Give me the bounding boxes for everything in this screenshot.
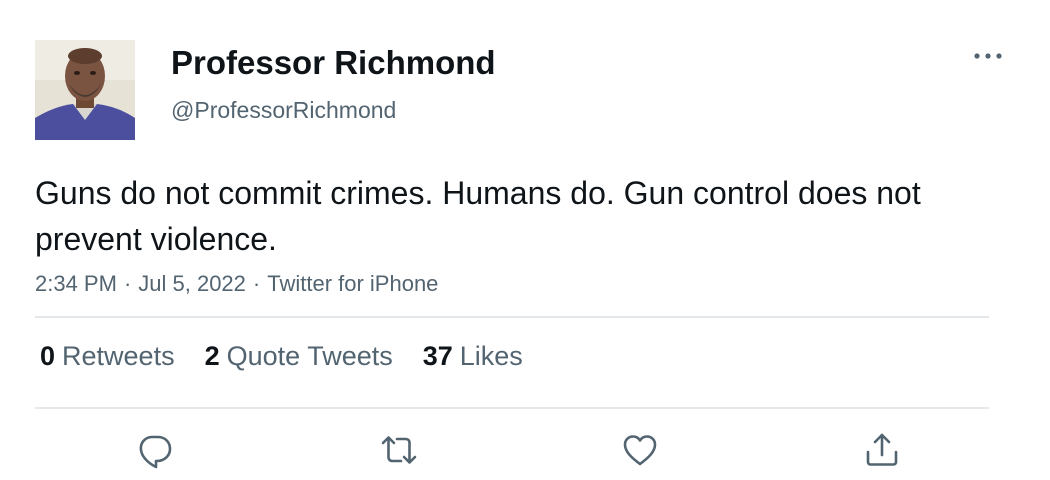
user-handle[interactable]: @ProfessorRichmond [171,97,396,124]
tweet-time[interactable]: 2:34 PM [35,271,117,296]
avatar[interactable] [35,40,135,140]
retweet-icon[interactable] [379,430,419,470]
tweet-text: Guns do not commit crimes. Humans do. Gu… [35,175,921,257]
retweets-count: 0 [40,341,56,371]
retweets-label: Retweets [62,341,175,371]
more-options-icon[interactable] [968,44,1008,68]
tweet-meta: 2:34 PM · Jul 5, 2022 · Twitter for iPhone [35,271,438,297]
likes-count: 37 [422,341,453,371]
tweet-stats: 0 Retweets 2 Quote Tweets 37 Likes [40,341,523,372]
divider [35,316,989,318]
quote-tweets-label: Quote Tweets [226,341,393,371]
tweet-date[interactable]: Jul 5, 2022 [138,271,246,296]
meta-separator: · [252,271,261,296]
likes-stat[interactable]: 37 Likes [423,341,523,372]
heart-icon[interactable] [620,430,660,470]
tweet-card: Professor Richmond @ProfessorRichmond Gu… [0,0,1050,480]
likes-label: Likes [459,341,523,371]
quote-tweets-count: 2 [204,341,220,371]
tweet-source[interactable]: Twitter for iPhone [267,271,438,296]
display-name[interactable]: Professor Richmond [171,44,496,82]
reply-icon[interactable] [135,430,175,470]
share-icon[interactable] [862,430,902,470]
retweets-stat[interactable]: 0 Retweets [40,341,175,372]
profile-photo-icon [35,40,135,140]
quote-tweets-stat[interactable]: 2 Quote Tweets [205,341,393,372]
divider [35,407,989,409]
meta-separator: · [123,271,132,296]
